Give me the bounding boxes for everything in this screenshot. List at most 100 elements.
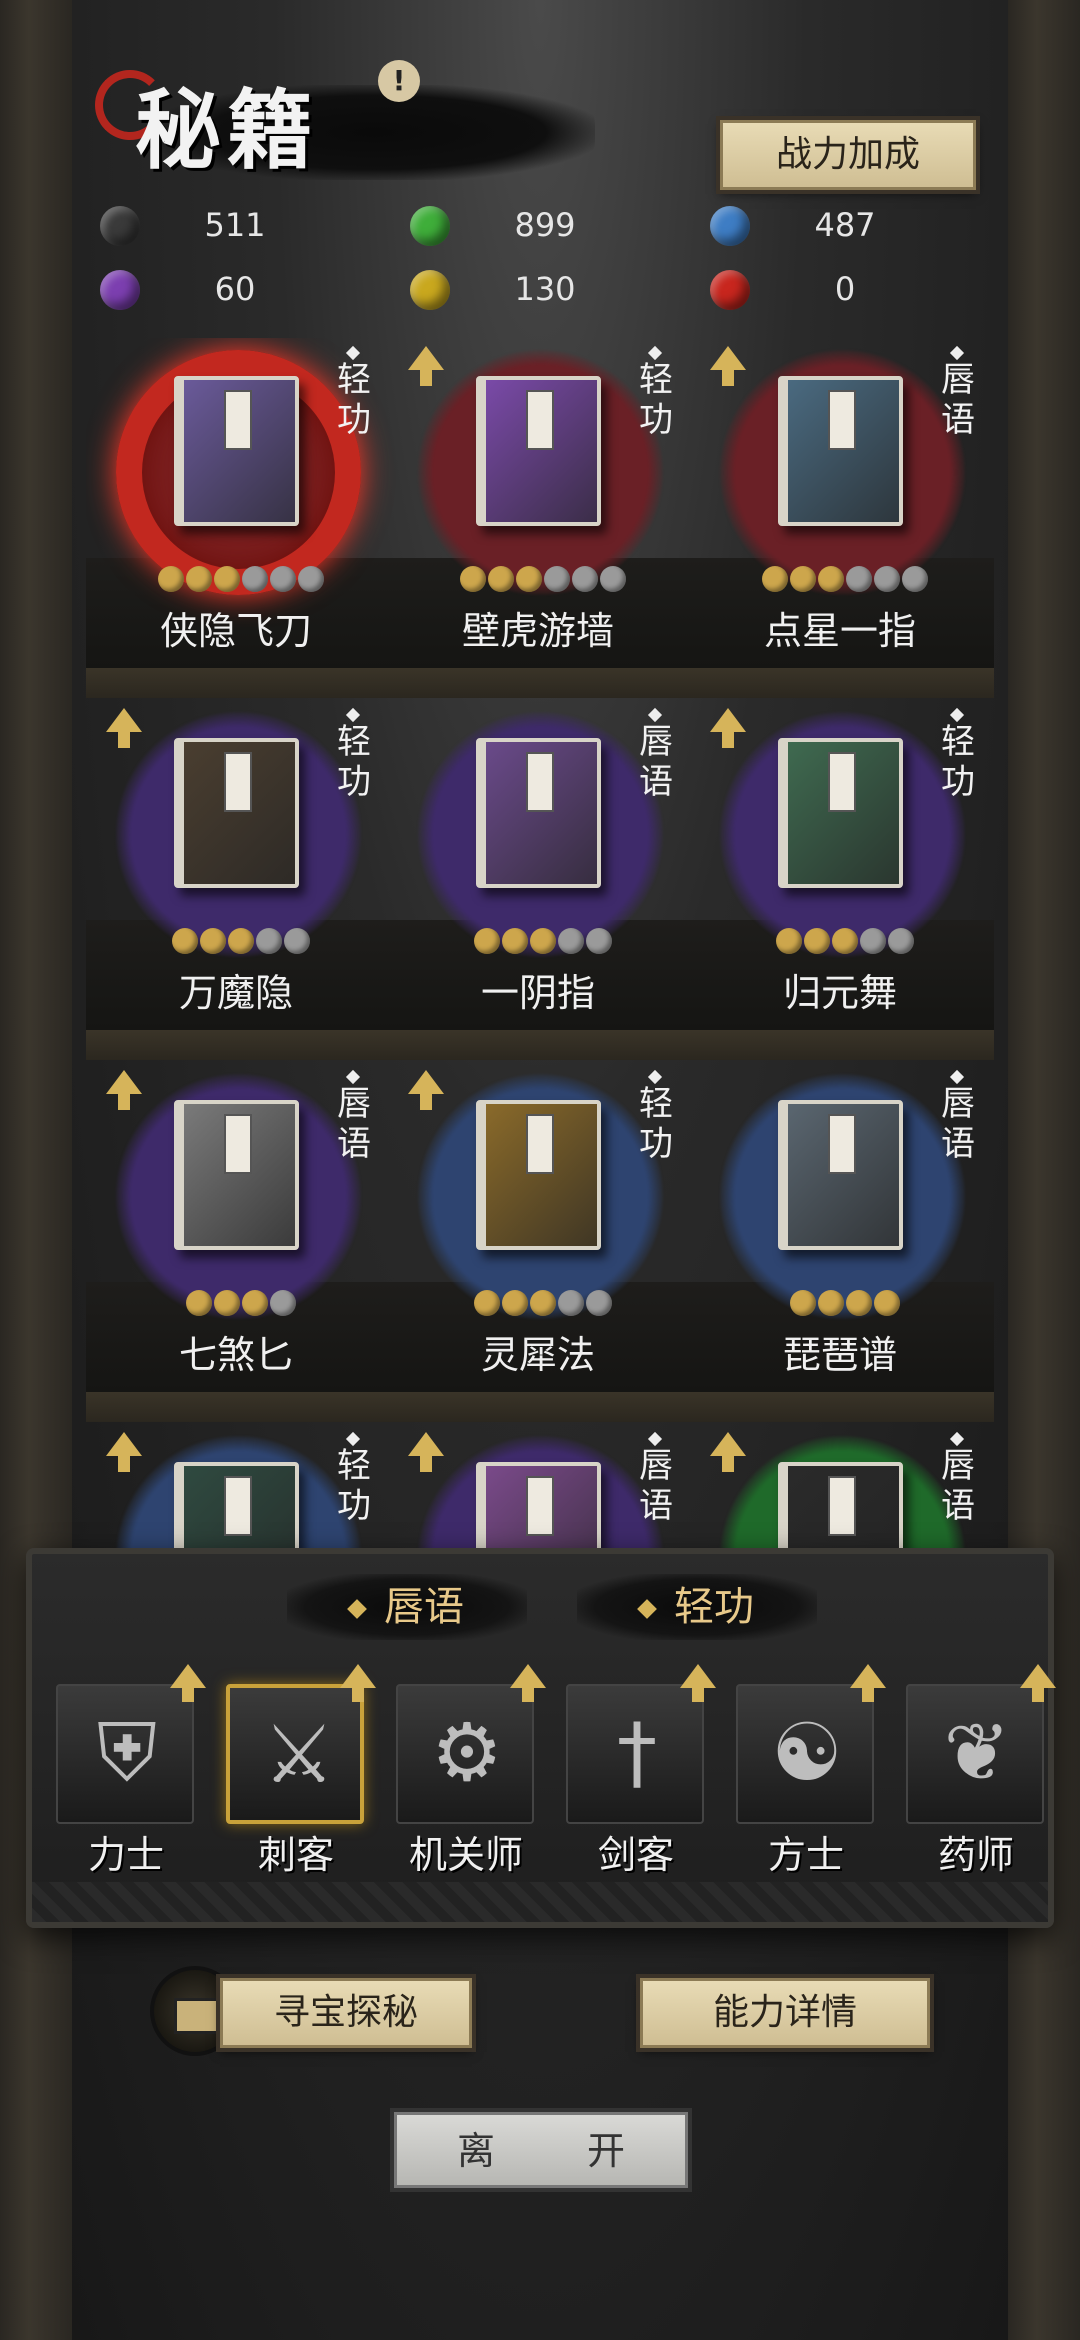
panel-pattern — [32, 1882, 1048, 1922]
filter-qinggong[interactable]: 轻功 — [577, 1574, 817, 1640]
book-icon — [778, 376, 903, 526]
book-name: 点星一指 — [763, 609, 916, 653]
class-tab[interactable]: † 剑客 — [556, 1664, 716, 1877]
tag-filters: 唇语 轻功 — [287, 1574, 847, 1644]
upgrade-arrow-icon — [680, 1664, 716, 1702]
book-card[interactable]: 轻功 灵犀法 — [388, 1062, 688, 1392]
skill-type-tag: 唇语 — [639, 722, 673, 802]
ability-details-button[interactable]: 能力详情 — [640, 1978, 930, 2048]
resource-count: 130 — [514, 270, 576, 308]
book-card[interactable]: 唇语 一阴指 — [388, 700, 688, 1030]
star-filled-icon — [214, 1290, 240, 1316]
book-label — [224, 1114, 252, 1174]
power-bonus-button[interactable]: 战力加成 — [720, 120, 976, 190]
gears-icon: ⚙ — [431, 1706, 503, 1799]
class-label: 剑客 — [597, 1833, 674, 1877]
gold-orb-icon — [410, 270, 450, 310]
class-label: 方士 — [767, 1833, 844, 1877]
leave-button[interactable]: 离 开 — [394, 2112, 688, 2188]
book-list[interactable]: 轻功 侠隐飞刀 轻功 壁虎游墙 唇语 点星一指 轻功 万魔隐 唇语 一阴指 轻功 归元舞 唇语 七煞匕 轻功… — [86, 338, 994, 1548]
star-empty-icon — [270, 566, 296, 592]
book-icon — [174, 1100, 299, 1250]
book-card[interactable]: 轻功 壁虎游墙 — [388, 338, 688, 668]
book-icon — [778, 1100, 903, 1250]
page-title: 秘籍 — [135, 80, 319, 181]
book-name: 归元舞 — [782, 971, 897, 1015]
book-card[interactable]: 唇语 — [388, 1424, 688, 1548]
skill-type-tag: 唇语 — [941, 360, 975, 440]
star-filled-icon — [776, 928, 802, 954]
class-tab[interactable]: ☯ 方士 — [726, 1664, 886, 1877]
class-tab[interactable]: ⚔ 刺客 — [216, 1664, 376, 1877]
diamond-icon — [647, 345, 663, 361]
diamond-icon — [637, 1599, 657, 1619]
class-tab[interactable]: ⛨ 力士 — [46, 1664, 206, 1877]
book-card[interactable]: 轻功 万魔隐 — [86, 700, 386, 1030]
star-rating — [760, 566, 930, 596]
resource-item: 60 — [100, 264, 360, 314]
book-card[interactable]: 轻功 归元舞 — [690, 700, 990, 1030]
treasure-hunt-button[interactable]: 寻宝探秘 — [220, 1978, 472, 2048]
book-card[interactable]: 轻功 — [86, 1424, 386, 1548]
class-icon-frame: ☯ — [736, 1684, 874, 1824]
shelf-edge — [86, 668, 994, 698]
book-row: 轻功 唇语 唇语 — [86, 1424, 994, 1548]
resource-count: 60 — [214, 270, 256, 308]
book-card[interactable]: 唇语 琵琶谱 — [690, 1062, 990, 1392]
class-label: 机关师 — [408, 1833, 523, 1877]
star-filled-icon — [762, 566, 788, 592]
star-filled-icon — [846, 1290, 872, 1316]
diamond-icon — [949, 1069, 965, 1085]
herb-icon: ❦ — [943, 1706, 1011, 1799]
star-filled-icon — [474, 928, 500, 954]
info-icon[interactable]: ! — [378, 60, 420, 102]
book-name: 灵犀法 — [480, 1333, 595, 1377]
star-empty-icon — [256, 928, 282, 954]
book-icon — [174, 1462, 299, 1548]
upgrade-arrow-icon — [408, 346, 444, 386]
resource-count: 487 — [814, 206, 876, 244]
book-card[interactable]: 轻功 侠隐飞刀 — [86, 338, 386, 668]
skill-type-tag: 唇语 — [941, 1446, 975, 1526]
star-empty-icon — [270, 1290, 296, 1316]
book-card[interactable]: 唇语 — [690, 1424, 990, 1548]
upgrade-arrow-icon — [408, 1432, 444, 1472]
diamond-icon — [949, 707, 965, 723]
class-tab[interactable]: ❦ 药师 — [896, 1664, 1056, 1877]
diamond-icon — [345, 345, 361, 361]
star-rating — [458, 928, 628, 958]
book-label — [526, 1476, 554, 1536]
star-empty-icon — [242, 566, 268, 592]
resource-item: 511 — [100, 200, 360, 250]
star-empty-icon — [860, 928, 886, 954]
diamond-icon — [647, 707, 663, 723]
star-filled-icon — [200, 928, 226, 954]
star-empty-icon — [558, 928, 584, 954]
class-icon-frame: ⛨ — [56, 1684, 194, 1824]
red-orb-icon — [710, 270, 750, 310]
book-icon — [476, 738, 601, 888]
star-filled-icon — [818, 1290, 844, 1316]
upgrade-arrow-icon — [710, 1432, 746, 1472]
star-filled-icon — [242, 1290, 268, 1316]
star-rating — [156, 1290, 326, 1320]
skill-type-tag: 轻功 — [337, 1446, 371, 1526]
skill-type-tag: 唇语 — [639, 1446, 673, 1526]
skill-type-tag: 轻功 — [337, 722, 371, 802]
star-filled-icon — [214, 566, 240, 592]
star-filled-icon — [804, 928, 830, 954]
book-label — [526, 1114, 554, 1174]
star-filled-icon — [516, 566, 542, 592]
book-card[interactable]: 唇语点星一指 — [690, 338, 990, 668]
book-card[interactable]: 唇语 七煞匕 — [86, 1062, 386, 1392]
star-empty-icon — [572, 566, 598, 592]
class-label: 刺客 — [257, 1833, 334, 1877]
star-rating — [156, 928, 326, 958]
filter-lip-reading[interactable]: 唇语 — [287, 1574, 527, 1640]
star-empty-icon — [586, 1290, 612, 1316]
book-label — [828, 390, 856, 450]
star-filled-icon — [530, 928, 556, 954]
diamond-icon — [347, 1599, 367, 1619]
star-filled-icon — [874, 1290, 900, 1316]
class-tab[interactable]: ⚙ 机关师 — [386, 1664, 546, 1877]
